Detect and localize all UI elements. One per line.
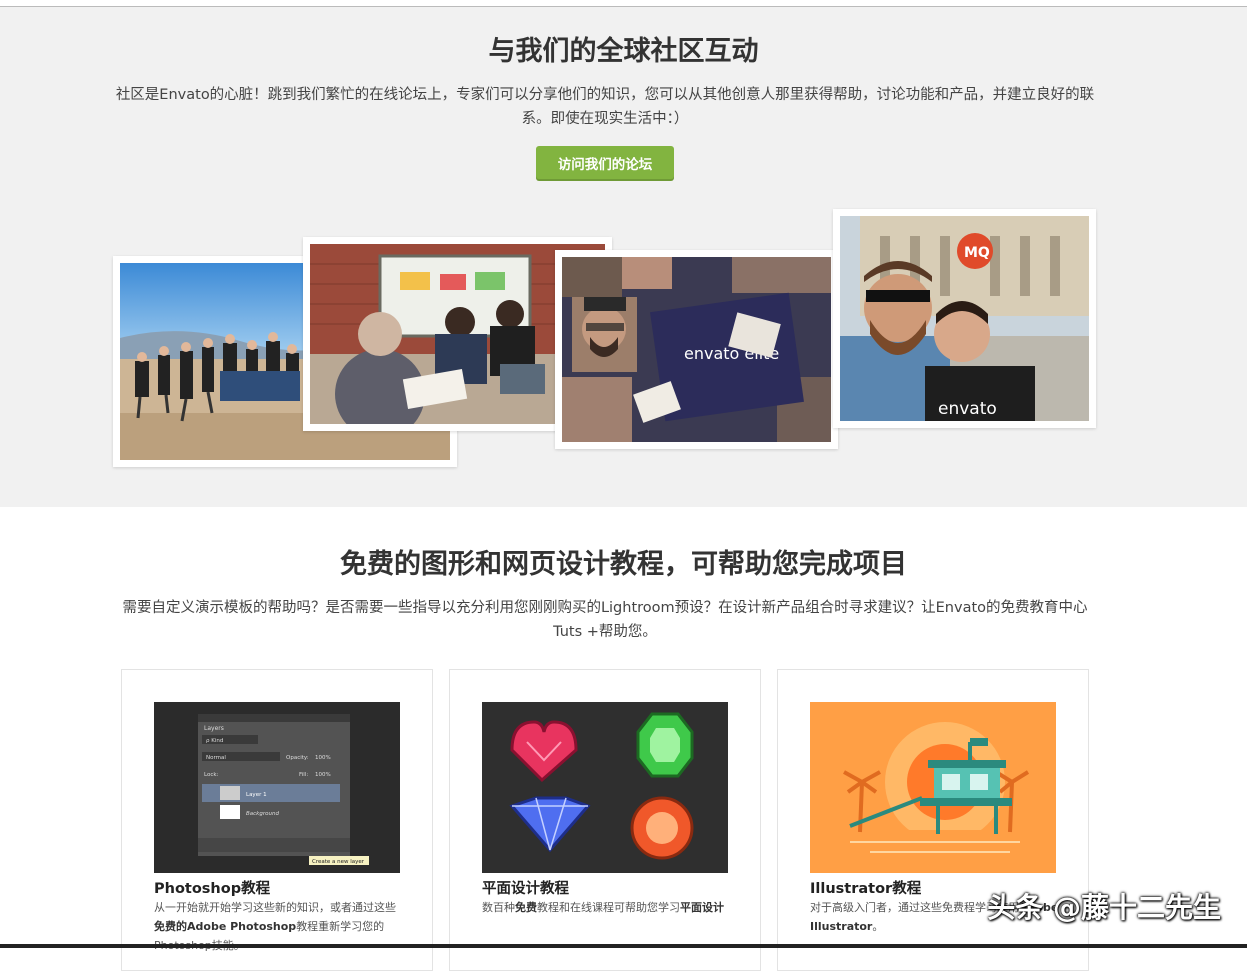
community-section: 与我们的全球社区互动 社区是Envato的心脏！跳到我们繁忙的在线论坛上，专家们… xyxy=(0,7,1247,507)
graphic-design-card-description: 数百种免费教程和在线课程可帮助您学习平面设计 xyxy=(482,901,724,914)
lifeguard-tower-image xyxy=(810,702,1056,873)
svg-text:ρ Kind: ρ Kind xyxy=(206,738,223,744)
selfie-photo: MQ envato xyxy=(833,209,1096,428)
community-description: 社区是Envato的心脏！跳到我们繁忙的在线论坛上，专家们可以分享他们的知识，您… xyxy=(115,87,1095,127)
photoshop-layers-image: Layers ρ Kind Normal Opacity: 100% Lock:… xyxy=(154,702,400,873)
svg-text:Layer 1: Layer 1 xyxy=(246,792,267,798)
visit-forum-button[interactable]: 访问我们的论坛 xyxy=(536,146,674,179)
svg-text:Opacity:: Opacity: xyxy=(286,755,309,761)
svg-text:Create a new layer: Create a new layer xyxy=(312,859,365,865)
watermark-text: 头条 @藤十二先生 xyxy=(987,891,1221,924)
illustrator-card-title[interactable]: Illustrator教程 xyxy=(810,877,921,898)
svg-text:100%: 100% xyxy=(315,755,331,761)
svg-text:Lock:: Lock: xyxy=(204,772,219,778)
svg-text:100%: 100% xyxy=(315,772,331,778)
photoshop-tutorial-card[interactable]: Layers ρ Kind Normal Opacity: 100% Lock:… xyxy=(121,669,433,971)
svg-text:Layers: Layers xyxy=(204,725,224,732)
gems-image xyxy=(482,702,728,873)
envato-elite-collage-photo: envato elite xyxy=(555,250,838,449)
graphic-design-tutorial-card[interactable]: 平面设计教程 数百种免费教程和在线课程可帮助您学习平面设计 xyxy=(449,669,761,971)
svg-text:Fill:: Fill: xyxy=(299,772,308,778)
tutorials-section: 免费的图形和网页设计教程，可帮助您完成项目 需要自定义演示模板的帮助吗？是否需要… xyxy=(0,507,1247,971)
svg-text:Background: Background xyxy=(246,811,279,817)
photoshop-card-title[interactable]: Photoshop教程 xyxy=(154,877,270,898)
svg-text:Normal: Normal xyxy=(206,755,226,761)
tutorials-title: 免费的图形和网页设计教程，可帮助您完成项目 xyxy=(340,549,907,580)
community-title: 与我们的全球社区互动 xyxy=(488,36,759,67)
top-border xyxy=(0,0,1247,7)
graphic-design-card-title[interactable]: 平面设计教程 xyxy=(482,877,569,898)
bottom-border xyxy=(0,944,1247,948)
tutorials-description: 需要自定义演示模板的帮助吗？是否需要一些指导以充分利用您刚刚购买的Lightro… xyxy=(122,600,1088,640)
envato-shirt-text: envato xyxy=(938,399,997,419)
mq-sign-text: MQ xyxy=(964,245,990,261)
